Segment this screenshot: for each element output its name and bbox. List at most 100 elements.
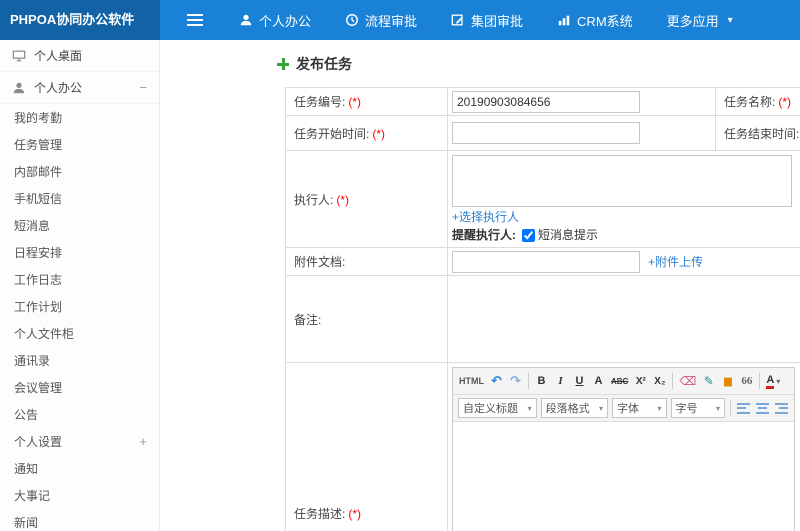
sidebar-item-internal-mail[interactable]: 内部邮件	[0, 158, 159, 185]
app-logo[interactable]: PHPOA协同办公软件	[0, 0, 160, 40]
align-center-button[interactable]	[754, 398, 771, 418]
sidebar-item-label: 大事记	[14, 489, 51, 503]
required-mark: (*)	[372, 126, 386, 141]
remark-field[interactable]	[450, 278, 800, 357]
blockquote-button[interactable]: 66	[738, 371, 755, 391]
sidebar-item-notification[interactable]: 通知	[0, 455, 159, 482]
expand-icon[interactable]: +	[139, 434, 147, 449]
desktop-icon	[12, 50, 26, 61]
italic-button[interactable]: I	[552, 371, 569, 391]
nav-group-approval[interactable]: 集团审批	[434, 0, 540, 40]
menu-toggle-button[interactable]	[168, 0, 222, 40]
font-family-select[interactable]: 字体 ▾	[612, 398, 667, 418]
sidebar-item-news[interactable]: 新闻	[0, 509, 159, 531]
start-time-input[interactable]	[452, 122, 640, 144]
sidebar-item-personal-desktop[interactable]: 个人桌面	[0, 40, 159, 72]
remove-format-button[interactable]: ⌫	[677, 371, 698, 391]
sidebar-item-personal-file-cabinet[interactable]: 个人文件柜	[0, 320, 159, 347]
sidebar-item-contacts[interactable]: 通讯录	[0, 347, 159, 374]
sidebar-item-label: 任务管理	[14, 138, 63, 152]
select-executor-link[interactable]: +选择执行人	[452, 210, 519, 224]
align-left-button[interactable]	[735, 398, 752, 418]
main-content: 发布任务 任务编号:(*) 任务名称:(*) 任务开始时间:(*) 任务结束时间…	[160, 40, 800, 531]
paragraph-format-select[interactable]: 段落格式 ▾	[540, 398, 609, 418]
sidebar-item-mobile-sms[interactable]: 手机短信	[0, 185, 159, 212]
sidebar-item-label: 工作日志	[14, 273, 63, 287]
font-style-button[interactable]: A	[590, 371, 607, 391]
sidebar-item-work-log[interactable]: 工作日志	[0, 266, 159, 293]
page-title: 发布任务	[277, 54, 800, 74]
nav-label: 个人办公	[259, 13, 312, 29]
toolbar-separator	[672, 373, 674, 389]
nav-crm-system[interactable]: CRM系统	[540, 0, 650, 40]
sms-remind-checkbox[interactable]	[522, 228, 535, 242]
description-label: 任务描述:	[294, 507, 346, 521]
task-number-label: 任务编号:	[294, 95, 346, 109]
bold-button[interactable]: B	[533, 371, 550, 391]
chevron-down-icon: ▾	[527, 403, 532, 413]
align-right-icon	[775, 402, 788, 414]
description-editor-area[interactable]	[453, 422, 794, 531]
sidebar-item-meeting-management[interactable]: 会议管理	[0, 374, 159, 401]
nav-more-apps[interactable]: 更多应用 ▾	[650, 0, 750, 40]
format-painter-button[interactable]: ✎	[700, 371, 717, 391]
html-source-button[interactable]: HTML	[457, 371, 486, 391]
sidebar-item-my-attendance[interactable]: 我的考勤	[0, 104, 159, 131]
form-row-time: 任务开始时间:(*) 任务结束时间:(*)	[285, 115, 800, 151]
nav-label: 流程审批	[365, 13, 418, 29]
chevron-down-icon: ▾	[715, 403, 720, 413]
sidebar-item-label: 工作计划	[14, 300, 63, 314]
required-mark: (*)	[778, 95, 792, 109]
form-row-attachment: 附件文档: +附件上传	[285, 247, 800, 276]
attachment-upload-link[interactable]: +附件上传	[648, 253, 703, 270]
redo-button[interactable]: ↷	[507, 371, 524, 391]
task-name-label: 任务名称:	[724, 95, 776, 109]
sidebar-item-short-message[interactable]: 短消息	[0, 212, 159, 239]
sidebar-item-personal-office[interactable]: 个人办公 −	[0, 72, 159, 104]
highlight-button[interactable]: ▆	[719, 371, 736, 391]
sidebar-item-task-management[interactable]: 任务管理	[0, 131, 159, 158]
undo-button[interactable]: ↶	[488, 371, 505, 391]
task-number-input[interactable]	[452, 90, 640, 113]
sidebar-item-personal-settings[interactable]: 个人设置 +	[0, 428, 159, 455]
sidebar-item-work-plan[interactable]: 工作计划	[0, 293, 159, 320]
subscript-button[interactable]: X₂	[651, 371, 668, 391]
toolbar-separator	[759, 373, 761, 389]
sidebar-item-label: 短消息	[14, 219, 51, 233]
nav-personal-office[interactable]: 个人办公	[222, 0, 328, 40]
sidebar-item-schedule[interactable]: 日程安排	[0, 239, 159, 266]
sidebar: 个人桌面 个人办公 − 我的考勤 任务管理 内部邮件 手机短信 短消息 日程安排…	[0, 40, 160, 531]
attachment-input[interactable]	[452, 250, 640, 273]
editor-toolbar-row1: HTML ↶ ↷ B I U A ABC X² X₂ ⌫ ✎ ▆ 66 A ▾	[453, 368, 794, 395]
nav-process-approval[interactable]: 流程审批	[328, 0, 434, 40]
strikethrough-button[interactable]: ABC	[609, 371, 630, 391]
chevron-down-icon: ▾	[776, 376, 781, 386]
user-icon	[240, 14, 252, 26]
top-nav: 个人办公 流程审批 集团审批 CRM系统 更多应用 ▾	[222, 0, 750, 40]
underline-button[interactable]: U	[571, 371, 588, 391]
align-center-icon	[756, 402, 769, 414]
font-color-button[interactable]: A ▾	[764, 371, 782, 391]
top-header: PHPOA协同办公软件 个人办公 流程审批 集团审批 CRM系统 更多应用 ▾	[0, 0, 800, 40]
publish-task-form: 任务编号:(*) 任务名称:(*) 任务开始时间:(*) 任务结束时间:(*) …	[285, 87, 800, 531]
form-row-executor: 执行人: (*) +选择执行人 提醒执行人: 短消息提示	[285, 150, 800, 248]
executor-field[interactable]	[452, 155, 792, 207]
required-mark: (*)	[336, 192, 350, 207]
font-size-select[interactable]: 字号 ▾	[670, 398, 725, 418]
sidebar-item-announcement[interactable]: 公告	[0, 401, 159, 428]
custom-title-select[interactable]: 自定义标题 ▾	[458, 398, 537, 418]
nav-label: CRM系统	[577, 13, 633, 29]
sidebar-item-label: 公告	[14, 408, 39, 422]
page-title-text: 发布任务	[296, 56, 352, 72]
sidebar-item-label: 个人文件柜	[14, 327, 75, 341]
collapse-icon[interactable]: −	[139, 80, 147, 95]
superscript-button[interactable]: X²	[632, 371, 649, 391]
sidebar-item-label: 会议管理	[14, 381, 63, 395]
nav-label: 集团审批	[471, 13, 524, 29]
attachment-label: 附件文档:	[294, 255, 346, 269]
align-right-button[interactable]	[773, 398, 790, 418]
required-mark: (*)	[348, 507, 362, 521]
chevron-down-icon: ▾	[599, 403, 604, 413]
sidebar-item-memorabilia[interactable]: 大事记	[0, 482, 159, 509]
rich-text-editor: HTML ↶ ↷ B I U A ABC X² X₂ ⌫ ✎ ▆ 66 A ▾ …	[452, 367, 795, 531]
